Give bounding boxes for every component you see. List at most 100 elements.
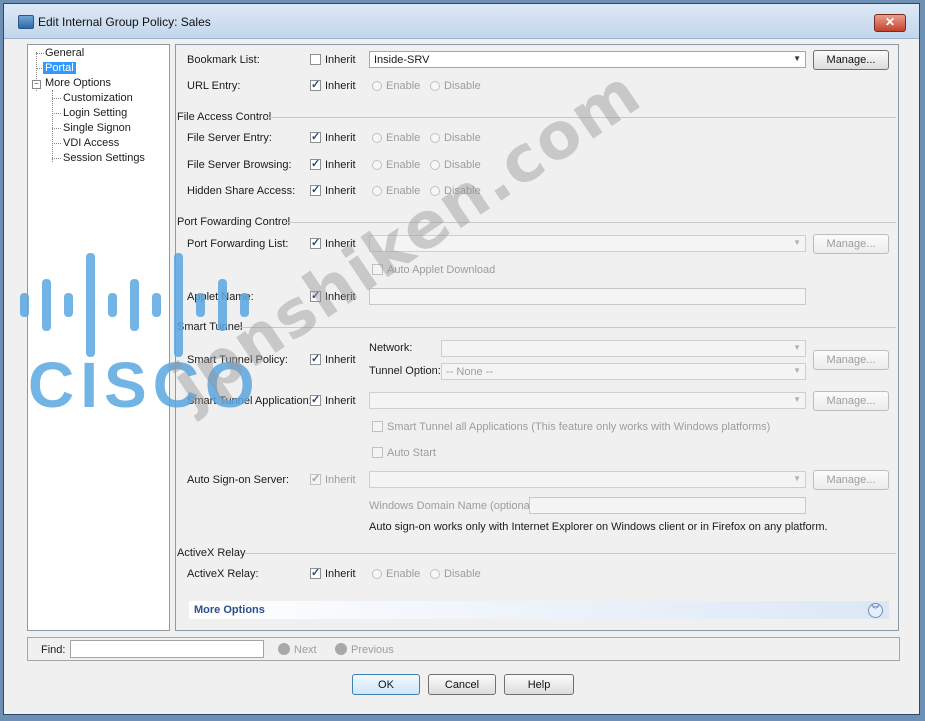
tree-item-single-signon[interactable]: Single Signon — [63, 122, 131, 134]
url-entry-inherit-checkbox[interactable] — [310, 78, 321, 91]
tree-connector — [52, 98, 61, 99]
hidden-share-access-enable-radio[interactable] — [372, 186, 382, 196]
bookmark-list-inherit-checkbox[interactable] — [310, 54, 321, 65]
url-entry-disable-radio[interactable] — [430, 81, 440, 91]
more-options-bar[interactable]: More Options ︾ — [189, 601, 889, 619]
help-button[interactable]: Help — [504, 674, 574, 695]
file-server-browsing-disable-radio[interactable] — [430, 160, 440, 170]
inherit-label: Inherit — [325, 291, 356, 303]
tunnel-option-select[interactable]: -- None -- ▼ — [441, 363, 806, 380]
auto-signon-note: Auto sign-on works only with Internet Ex… — [369, 521, 828, 533]
auto-applet-download-checkbox[interactable] — [372, 264, 383, 275]
inherit-label: Inherit — [325, 395, 356, 407]
next-button-label[interactable]: Next — [294, 644, 317, 656]
next-icon[interactable] — [278, 643, 290, 655]
tunnel-option-value: -- None -- — [446, 366, 494, 378]
cancel-button[interactable]: Cancel — [428, 674, 496, 695]
tree-item-customization[interactable]: Customization — [63, 92, 133, 104]
auto-start-checkbox[interactable] — [372, 447, 383, 458]
port-forwarding-section-title: Port Fowarding Control — [177, 216, 291, 228]
disable-label: Disable — [444, 185, 481, 197]
tree-connector — [52, 90, 53, 162]
auto-signon-server-select[interactable]: ▼ — [369, 471, 806, 488]
navigation-tree: General Portal − More Options Customizat… — [27, 44, 170, 631]
close-button[interactable]: ✕ — [874, 14, 906, 32]
disable-label: Disable — [444, 132, 481, 144]
smart-tunnel-application-select[interactable]: ▼ — [369, 392, 806, 409]
section-divider — [238, 327, 896, 328]
auto-applet-download-label: Auto Applet Download — [387, 264, 496, 276]
app-icon — [18, 15, 34, 29]
smart-tunnel-all-apps-label: Smart Tunnel all Applications (This feat… — [387, 421, 771, 433]
port-forwarding-list-inherit-checkbox[interactable] — [310, 236, 321, 249]
tree-item-more-options[interactable]: More Options — [45, 77, 111, 89]
section-divider — [284, 222, 896, 223]
portal-settings-panel: Bookmark List: Inherit Inside-SRV ▼ Mana… — [175, 44, 899, 631]
tree-connector — [52, 128, 61, 129]
disable-label: Disable — [444, 159, 481, 171]
auto-signon-server-label: Auto Sign-on Server: — [187, 474, 290, 486]
file-server-browsing-inherit-checkbox[interactable] — [310, 157, 321, 170]
hidden-share-access-disable-radio[interactable] — [430, 186, 440, 196]
tunnel-option-label: Tunnel Option: — [369, 365, 441, 377]
tree-item-vdi-access[interactable]: VDI Access — [63, 137, 119, 149]
activex-relay-disable-radio[interactable] — [430, 569, 440, 579]
tree-item-session-settings[interactable]: Session Settings — [63, 152, 145, 164]
file-server-browsing-enable-radio[interactable] — [372, 160, 382, 170]
disable-label: Disable — [444, 80, 481, 92]
bookmark-list-value: Inside-SRV — [374, 54, 430, 66]
url-entry-label: URL Entry: — [187, 80, 241, 92]
find-label: Find: — [41, 644, 66, 656]
tree-item-general[interactable]: General — [45, 47, 84, 59]
smart-tunnel-all-apps-checkbox[interactable] — [372, 421, 383, 432]
tree-connector — [52, 113, 61, 114]
auto-signon-server-inherit-checkbox[interactable] — [310, 472, 321, 485]
port-forwarding-list-label: Port Forwarding List: — [187, 238, 289, 250]
smart-tunnel-policy-inherit-checkbox[interactable] — [310, 352, 321, 365]
collapse-icon[interactable]: − — [32, 80, 41, 89]
applet-name-inherit-checkbox[interactable] — [310, 289, 321, 302]
inherit-label: Inherit — [325, 185, 356, 197]
port-forwarding-manage-button[interactable]: Manage... — [813, 234, 889, 254]
tree-connector — [52, 143, 61, 144]
smart-tunnel-policy-manage-button[interactable]: Manage... — [813, 350, 889, 370]
smart-tunnel-application-inherit-checkbox[interactable] — [310, 393, 321, 406]
enable-label: Enable — [386, 568, 421, 580]
dialog-window: Edit Internal Group Policy: Sales ✕ Gene… — [3, 3, 920, 715]
file-server-entry-enable-radio[interactable] — [372, 133, 382, 143]
file-server-entry-disable-radio[interactable] — [430, 133, 440, 143]
windows-domain-input[interactable] — [529, 497, 806, 514]
activex-relay-enable-radio[interactable] — [372, 569, 382, 579]
file-server-entry-inherit-checkbox[interactable] — [310, 130, 321, 143]
auto-signon-manage-button[interactable]: Manage... — [813, 470, 889, 490]
activex-relay-label: ActiveX Relay: — [187, 568, 259, 580]
previous-icon[interactable] — [335, 643, 347, 655]
windows-domain-label: Windows Domain Name (optional): — [369, 500, 539, 512]
activex-relay-inherit-checkbox[interactable] — [310, 566, 321, 579]
smart-tunnel-application-manage-button[interactable]: Manage... — [813, 391, 889, 411]
tree-item-login-setting[interactable]: Login Setting — [63, 107, 127, 119]
url-entry-enable-radio[interactable] — [372, 81, 382, 91]
bookmark-manage-button[interactable]: Manage... — [813, 50, 889, 70]
client-area: General Portal − More Options Customizat… — [24, 42, 902, 632]
file-access-section-title: File Access Control — [177, 111, 272, 123]
ok-button[interactable]: OK — [352, 674, 420, 695]
hidden-share-access-label: Hidden Share Access: — [187, 185, 296, 197]
tree-connector — [36, 53, 44, 54]
port-forwarding-list-select[interactable]: ▼ — [369, 235, 806, 252]
dropdown-arrow-icon: ▼ — [793, 54, 801, 63]
find-input[interactable] — [70, 640, 264, 658]
inherit-label: Inherit — [325, 568, 356, 580]
hidden-share-access-inherit-checkbox[interactable] — [310, 183, 321, 196]
tree-item-portal[interactable]: Portal — [43, 62, 76, 74]
window-title: Edit Internal Group Policy: Sales — [38, 15, 211, 29]
title-bar[interactable]: Edit Internal Group Policy: Sales ✕ — [4, 4, 919, 39]
network-select[interactable]: ▼ — [441, 340, 806, 357]
applet-name-input[interactable] — [369, 288, 806, 305]
inherit-label: Inherit — [325, 238, 356, 250]
applet-name-label: Applet Name: — [187, 291, 254, 303]
chevron-double-down-icon[interactable]: ︾ — [868, 603, 883, 618]
bookmark-list-select[interactable]: Inside-SRV ▼ — [369, 51, 806, 68]
enable-label: Enable — [386, 80, 421, 92]
previous-button-label[interactable]: Previous — [351, 644, 394, 656]
